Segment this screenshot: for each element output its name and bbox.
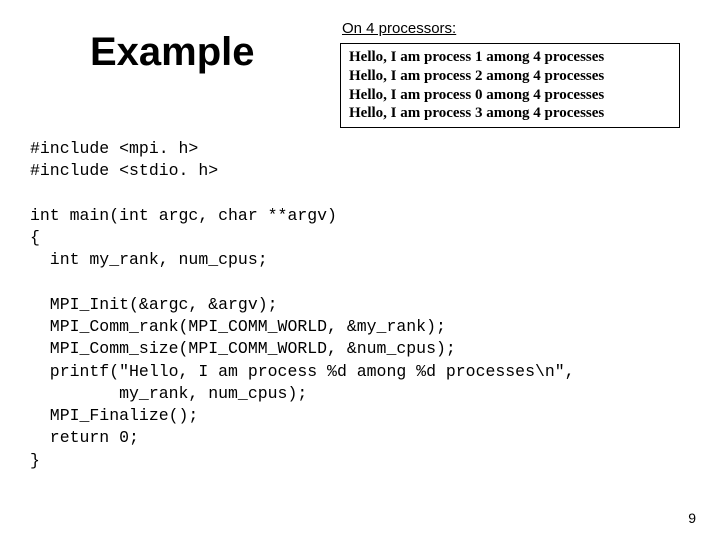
slide-title: Example bbox=[90, 30, 340, 75]
page-number: 9 bbox=[688, 510, 696, 526]
output-box: Hello, I am process 1 among 4 processes … bbox=[340, 43, 680, 128]
output-line: Hello, I am process 3 among 4 processes bbox=[349, 104, 671, 123]
output-line: Hello, I am process 1 among 4 processes bbox=[349, 48, 671, 67]
code-block: #include <mpi. h> #include <stdio. h> in… bbox=[30, 138, 690, 472]
output-line: Hello, I am process 0 among 4 processes bbox=[349, 86, 671, 105]
output-block: On 4 processors: Hello, I am process 1 a… bbox=[340, 20, 690, 128]
header-area: Example On 4 processors: Hello, I am pro… bbox=[30, 20, 690, 128]
output-line: Hello, I am process 2 among 4 processes bbox=[349, 67, 671, 86]
title-block: Example bbox=[30, 20, 340, 75]
output-heading: On 4 processors: bbox=[342, 20, 690, 37]
